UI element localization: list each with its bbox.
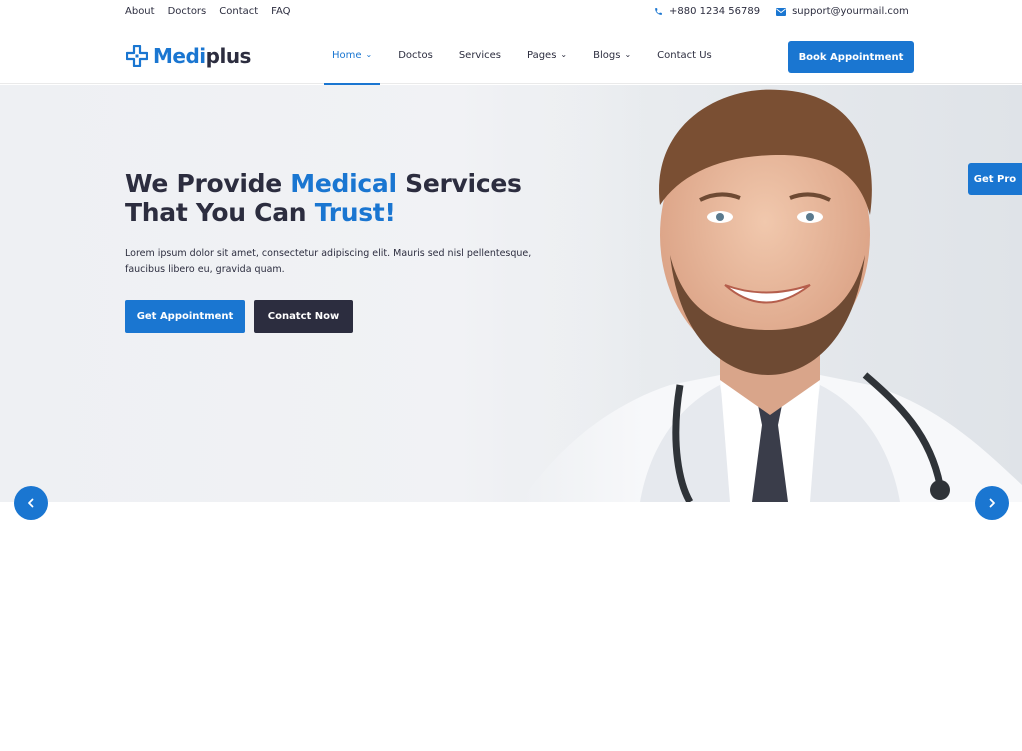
nav-item-services[interactable]: Services bbox=[451, 26, 509, 84]
logo-text-plus: plus bbox=[205, 44, 252, 68]
phone-icon bbox=[655, 8, 662, 15]
hero-title-text: We Provide bbox=[125, 169, 291, 198]
nav-label-pages: Pages bbox=[526, 49, 557, 61]
book-appointment-button[interactable]: Book Appointment bbox=[788, 41, 914, 73]
hero-slider: We Provide Medical Services That You Can… bbox=[0, 85, 1022, 502]
top-bar: About Doctors Contact FAQ +880 1234 5678… bbox=[0, 0, 1022, 26]
nav-label-contact-us: Contact Us bbox=[657, 49, 712, 61]
hero-title: We Provide Medical Services That You Can… bbox=[125, 169, 565, 227]
email-contact[interactable]: support@yourmail.com bbox=[776, 6, 909, 17]
nav-label-services: Services bbox=[458, 49, 501, 61]
get-appointment-button[interactable]: Get Appointment bbox=[125, 300, 245, 333]
doctor-photo bbox=[520, 85, 1022, 502]
hero-title-highlight: Medical bbox=[290, 169, 397, 198]
logo-text: Mediplus bbox=[153, 44, 251, 68]
logo[interactable]: Mediplus bbox=[126, 44, 251, 68]
hero-title-text: That You Can bbox=[125, 198, 315, 227]
nav-item-pages[interactable]: Pages ⌄ bbox=[519, 26, 575, 84]
nav-item-blogs[interactable]: Blogs ⌄ bbox=[585, 26, 639, 84]
hero-title-text: Services bbox=[396, 169, 522, 198]
top-link-contact[interactable]: Contact bbox=[219, 6, 258, 17]
contact-now-button[interactable]: Conatct Now bbox=[254, 300, 353, 333]
hero-description: Lorem ipsum dolor sit amet, consectetur … bbox=[125, 248, 532, 275]
get-pro-button[interactable]: Get Pro bbox=[968, 163, 1022, 195]
nav-item-home[interactable]: Home ⌄ bbox=[324, 26, 381, 85]
nav-label-blogs: Blogs bbox=[593, 49, 621, 61]
main-nav: Home ⌄ Doctos Services Pages ⌄ Blogs ⌄ C… bbox=[324, 26, 720, 85]
top-contact: +880 1234 56789 support@yourmail.com bbox=[654, 6, 909, 17]
phone-number: +880 1234 56789 bbox=[669, 6, 761, 17]
chevron-down-icon: ⌄ bbox=[624, 50, 632, 59]
hero-title-line-1: We Provide Medical Services bbox=[125, 169, 565, 198]
top-link-about[interactable]: About bbox=[125, 6, 155, 17]
envelope-icon bbox=[776, 7, 787, 16]
nav-label-home: Home bbox=[332, 49, 362, 61]
top-links: About Doctors Contact FAQ bbox=[125, 6, 291, 17]
hero-title-highlight: Trust! bbox=[314, 198, 396, 227]
chevron-down-icon: ⌄ bbox=[365, 50, 373, 59]
hero-title-line-2: That You Can Trust! bbox=[125, 198, 565, 227]
slider-prev-button[interactable] bbox=[14, 486, 48, 520]
logo-text-medi: Medi bbox=[153, 44, 206, 68]
nav-item-contact-us[interactable]: Contact Us bbox=[649, 26, 720, 84]
chevron-down-icon: ⌄ bbox=[560, 50, 568, 59]
email-address: support@yourmail.com bbox=[792, 6, 909, 17]
main-header: Mediplus Home ⌄ Doctos Services Pages ⌄ … bbox=[0, 26, 1022, 85]
slider-next-button[interactable] bbox=[975, 486, 1009, 520]
medical-cross-icon bbox=[126, 45, 148, 67]
top-link-doctors[interactable]: Doctors bbox=[168, 6, 207, 17]
top-link-faq[interactable]: FAQ bbox=[271, 6, 290, 17]
nav-item-doctos[interactable]: Doctos bbox=[390, 26, 441, 84]
chevron-right-icon bbox=[989, 498, 995, 508]
phone-contact[interactable]: +880 1234 56789 bbox=[654, 6, 760, 17]
nav-label-doctos: Doctos bbox=[398, 49, 433, 61]
chevron-left-icon bbox=[28, 498, 34, 508]
